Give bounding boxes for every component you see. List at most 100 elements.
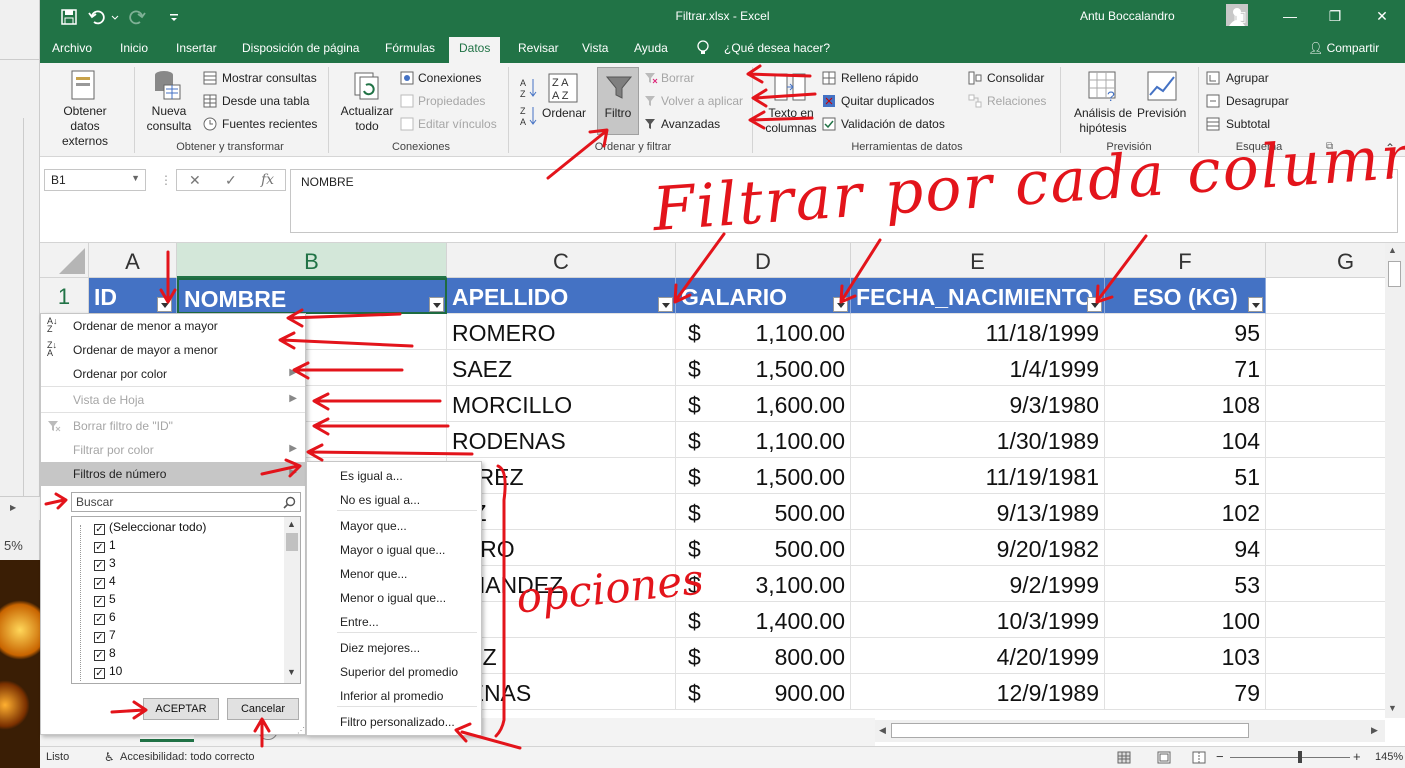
cell-salario[interactable]: $1,400.00 xyxy=(676,602,851,638)
cell-salario[interactable]: $500.00 xyxy=(676,494,851,530)
tab-archivo[interactable]: Archivo xyxy=(52,41,92,55)
filter-dropdown-icon[interactable] xyxy=(1248,297,1263,312)
cancel-button[interactable]: Cancelar xyxy=(227,698,299,720)
number-filter-option[interactable]: Menor que... xyxy=(307,562,481,586)
cell-peso[interactable]: 94 xyxy=(1105,530,1266,566)
cell-fecha[interactable]: 11/18/1999 xyxy=(851,314,1105,350)
cell-empty[interactable] xyxy=(1266,350,1385,386)
cell-empty[interactable] xyxy=(1266,458,1385,494)
tab-insertar[interactable]: Insertar xyxy=(176,41,217,55)
number-filter-option[interactable]: Superior del promedio xyxy=(307,660,481,684)
cell-apellido[interactable]: RODENAS xyxy=(447,422,676,458)
cell-apellido[interactable]: MORCILLO xyxy=(447,386,676,422)
list-scrollbar[interactable]: ▲ ▼ xyxy=(284,517,300,683)
number-filter-option[interactable]: No es igual a... xyxy=(307,488,481,512)
cell-apellido[interactable]: SAEZ xyxy=(447,350,676,386)
filter-dropdown-icon[interactable] xyxy=(429,297,444,312)
sort-button[interactable]: Ordenar xyxy=(542,106,586,120)
cell-empty[interactable] xyxy=(1266,422,1385,458)
cell-empty[interactable] xyxy=(1266,674,1385,710)
cell-empty[interactable] xyxy=(1266,386,1385,422)
zoom-slider-thumb[interactable] xyxy=(1298,751,1302,763)
reapply-button[interactable]: Volver a aplicar xyxy=(661,94,743,108)
filter-value-checkbox[interactable]: ✓ 5 xyxy=(94,592,116,607)
cell-empty[interactable] xyxy=(1266,602,1385,638)
cell-peso[interactable]: 108 xyxy=(1105,386,1266,422)
filter-search-input[interactable]: Buscar xyxy=(71,492,301,512)
scroll-right-icon[interactable]: ▶ xyxy=(1371,725,1378,736)
cell-fecha[interactable]: 9/13/1989 xyxy=(851,494,1105,530)
cell-peso[interactable]: 79 xyxy=(1105,674,1266,710)
number-filter-option[interactable]: Inferior al promedio xyxy=(307,684,481,708)
tab-vista[interactable]: Vista xyxy=(582,41,608,55)
clear-button[interactable]: Borrar xyxy=(661,71,694,85)
cell-peso[interactable]: 104 xyxy=(1105,422,1266,458)
accept-button[interactable]: ACEPTAR xyxy=(143,698,219,720)
minimize-icon[interactable]: — xyxy=(1280,6,1300,26)
menu-sheet-view[interactable]: Vista de Hoja ▶ xyxy=(41,388,305,412)
cell-peso[interactable]: 51 xyxy=(1105,458,1266,494)
name-box[interactable]: B1 ▼ xyxy=(44,169,146,191)
cancel-formula-icon[interactable]: ✕ xyxy=(189,172,201,189)
column-header-g[interactable]: G xyxy=(1266,243,1385,278)
cell-peso[interactable]: 53 xyxy=(1105,566,1266,602)
edit-links-button[interactable]: Editar vínculos xyxy=(418,117,497,131)
left-scroll-right-icon[interactable]: ▶ xyxy=(10,503,16,512)
cell-fecha[interactable]: 1/4/1999 xyxy=(851,350,1105,386)
tab-formulas[interactable]: Fórmulas xyxy=(385,41,435,55)
advanced-button[interactable]: Avanzadas xyxy=(661,117,720,131)
cell-empty[interactable] xyxy=(1266,314,1385,350)
ungroup-button[interactable]: Desagrupar xyxy=(1226,94,1289,108)
connections-button[interactable]: Conexiones xyxy=(418,71,481,85)
number-filter-option[interactable]: Filtro personalizado... xyxy=(307,710,481,734)
cell-empty[interactable] xyxy=(1266,530,1385,566)
refresh-all-button[interactable]: Actualizar todo xyxy=(338,104,396,134)
cell-fecha[interactable]: 4/20/1999 xyxy=(851,638,1105,674)
normal-view-icon[interactable] xyxy=(1117,751,1131,764)
filter-value-checkbox[interactable]: ✓ 8 xyxy=(94,646,116,661)
number-filter-option[interactable]: Es igual a... xyxy=(307,464,481,488)
cell-empty[interactable] xyxy=(1266,494,1385,530)
data-validation-button[interactable]: Validación de datos xyxy=(841,117,945,131)
number-filter-option[interactable]: Entre... xyxy=(307,610,481,634)
filter-value-checkbox[interactable]: ✓ 10 xyxy=(94,664,122,679)
header-cell-fecha[interactable]: FECHA_NACIMIENTO xyxy=(851,278,1105,314)
cell-salario[interactable]: $1,600.00 xyxy=(676,386,851,422)
what-if-button[interactable]: Análisis de hipótesis xyxy=(1068,106,1138,136)
properties-button[interactable]: Propiedades xyxy=(418,94,485,108)
close-icon[interactable]: ✕ xyxy=(1372,6,1392,26)
cell-empty[interactable] xyxy=(1266,638,1385,674)
menu-filter-by-color[interactable]: Filtrar por color ▶ xyxy=(41,438,305,462)
number-filter-option[interactable]: Menor o igual que... xyxy=(307,586,481,610)
number-filter-option[interactable]: Diez mejores... xyxy=(307,636,481,660)
filter-values-list[interactable]: ✓ (Seleccionar todo) ✓ 1 ✓ 3 ✓ 4 ✓ 5 ✓ 6 ✓ 7 ✓ 8 ✓ 10 ▲ ▼ xyxy=(71,516,301,684)
recent-sources-button[interactable]: Fuentes recientes xyxy=(222,117,317,131)
cell-salario[interactable]: $1,100.00 xyxy=(676,422,851,458)
filter-dropdown-icon[interactable] xyxy=(833,297,848,312)
zoom-slider-track[interactable] xyxy=(1230,757,1350,758)
menu-clear-filter[interactable]: Borrar filtro de "ID" xyxy=(41,414,305,438)
show-queries-button[interactable]: Mostrar consultas xyxy=(222,71,317,85)
page-layout-icon[interactable] xyxy=(1157,751,1171,764)
list-scroll-thumb[interactable] xyxy=(286,533,298,551)
insert-function-icon[interactable]: fx xyxy=(261,172,274,188)
column-header-e[interactable]: E xyxy=(851,243,1105,278)
cell-fecha[interactable]: 9/3/1980 xyxy=(851,386,1105,422)
horizontal-scroll-thumb[interactable] xyxy=(891,723,1249,738)
zoom-in-icon[interactable]: + xyxy=(1353,749,1361,764)
relationships-button[interactable]: Relaciones xyxy=(987,94,1046,108)
filter-value-checkbox[interactable]: ✓ 1 xyxy=(94,538,116,553)
group-button[interactable]: Agrupar xyxy=(1226,71,1269,85)
cell-salario[interactable]: $1,500.00 xyxy=(676,458,851,494)
cell-peso[interactable]: 103 xyxy=(1105,638,1266,674)
tell-me-box[interactable]: ¿Qué desea hacer? xyxy=(724,41,830,55)
restore-icon[interactable]: ❐ xyxy=(1325,6,1345,26)
filter-value-checkbox[interactable]: ✓ (Seleccionar todo) xyxy=(94,520,206,535)
filter-value-checkbox[interactable]: ✓ 3 xyxy=(94,556,116,571)
scroll-down-icon[interactable]: ▼ xyxy=(1388,703,1397,713)
resize-grip-icon[interactable]: ⋰ xyxy=(297,726,305,735)
accessibility-status[interactable]: Accesibilidad: todo correcto xyxy=(120,751,255,763)
zoom-out-icon[interactable]: − xyxy=(1216,749,1224,764)
ribbon-display-options-icon[interactable]: ▣ xyxy=(1230,6,1250,26)
page-break-icon[interactable] xyxy=(1192,751,1206,764)
